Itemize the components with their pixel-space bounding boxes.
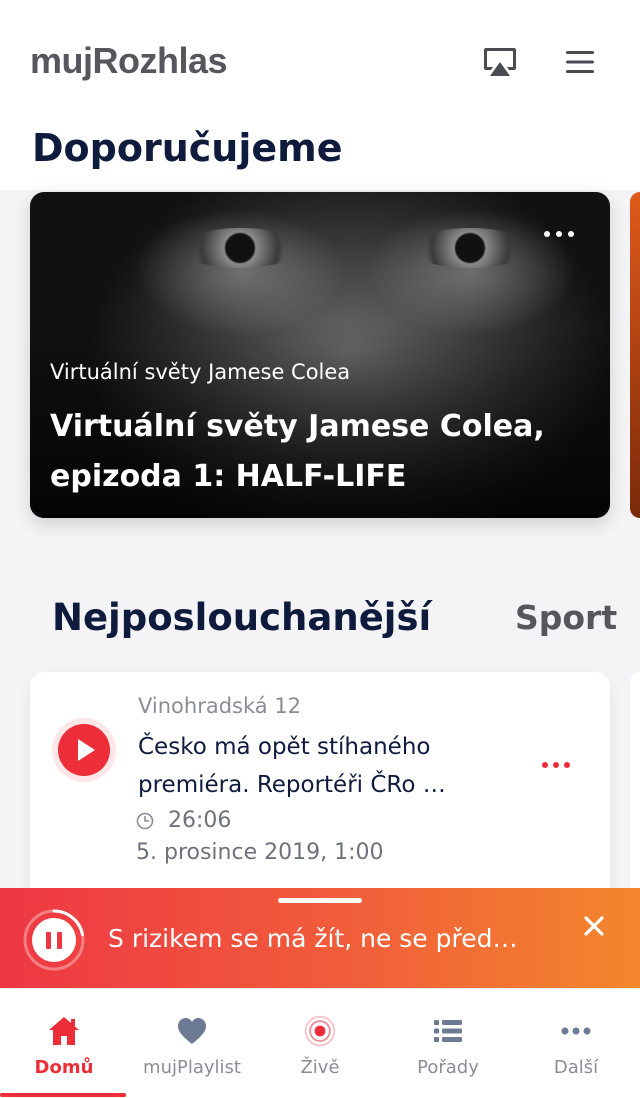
app-logo[interactable]: mujRozhlas	[30, 40, 228, 82]
nav-item-shows[interactable]: Pořady	[384, 989, 512, 1098]
nav-item-home[interactable]: Domů	[0, 989, 128, 1098]
section-title-recommended: Doporučujeme	[32, 126, 343, 170]
episode-date: 5. prosince 2019, 1:00	[136, 840, 384, 865]
live-icon	[304, 1015, 336, 1047]
hamburger-menu-icon	[566, 51, 594, 73]
play-button[interactable]	[58, 724, 110, 776]
home-icon	[49, 1017, 79, 1045]
heart-icon	[178, 1018, 206, 1044]
nav-item-more[interactable]: Další	[512, 989, 640, 1098]
menu-button[interactable]	[560, 42, 600, 82]
nav-item-playlist[interactable]: mujPlaylist	[128, 989, 256, 1098]
nav-label-playlist: mujPlaylist	[143, 1057, 241, 1078]
clock-icon	[136, 812, 154, 830]
more-dots-icon	[542, 762, 548, 768]
featured-card[interactable]: Virtuální světy Jamese Colea Virtuální s…	[30, 192, 610, 518]
nav-label-more: Další	[553, 1057, 599, 1078]
more-dots-icon	[561, 1027, 591, 1035]
bottom-navigation: Domů mujPlaylist Živě Pořady Další	[0, 988, 640, 1098]
pause-control[interactable]	[22, 908, 86, 972]
episode-more-button[interactable]	[542, 760, 570, 770]
nav-label-home: Domů	[34, 1057, 94, 1078]
featured-episode-title: Virtuální světy Jamese Colea, epizoda 1:…	[50, 409, 545, 494]
next-featured-card[interactable]	[630, 192, 640, 518]
episode-card[interactable]: Vinohradská 12 Česko má opět stíhaného p…	[30, 672, 610, 912]
nav-label-live: Živě	[300, 1057, 340, 1078]
next-episode-card[interactable]	[630, 672, 640, 912]
app-header: mujRozhlas Doporučujeme	[0, 0, 640, 190]
mini-player[interactable]: S rizikem se má žít, ne se před…	[0, 888, 640, 988]
card-more-button[interactable]	[544, 228, 574, 240]
episode-show-name: Vinohradská 12	[138, 694, 302, 718]
close-icon	[584, 916, 604, 936]
active-tab-indicator	[0, 1093, 126, 1097]
pause-icon	[46, 931, 51, 949]
featured-show-name: Virtuální světy Jamese Colea	[50, 360, 351, 384]
airplay-button[interactable]	[480, 42, 520, 82]
play-icon	[78, 739, 95, 761]
episode-title: Česko má opět stíhaného premiéra. Report…	[138, 734, 446, 798]
airplay-icon	[484, 48, 516, 76]
list-icon	[434, 1020, 462, 1042]
nav-item-live[interactable]: Živě	[256, 989, 384, 1098]
more-dots-icon	[544, 231, 550, 237]
episode-duration: 26:06	[168, 808, 232, 833]
tab-sport[interactable]: Sport	[515, 598, 617, 637]
tab-most-listened[interactable]: Nejposlouchanější	[52, 596, 431, 639]
player-drag-handle[interactable]	[278, 898, 362, 903]
pause-button[interactable]	[32, 918, 76, 962]
now-playing-title[interactable]: S rizikem se má žít, ne se před…	[108, 924, 548, 953]
close-player-button[interactable]	[578, 910, 610, 942]
nav-label-shows: Pořady	[417, 1057, 479, 1078]
